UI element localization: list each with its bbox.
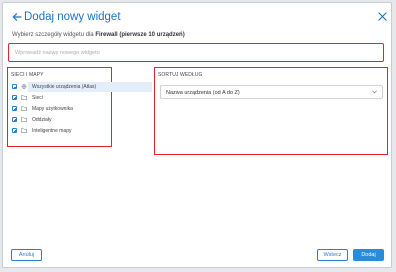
tree-item-label: Sieci [32,94,43,101]
sort-label: SORTUJ WEDŁUG [158,72,203,78]
back-arrow-icon[interactable] [12,12,22,22]
folder-icon [21,106,27,111]
close-icon[interactable] [378,12,387,21]
subtitle-device: Firewall (pierwsze 10 urządzeń) [95,32,185,38]
globe-icon [21,84,27,89]
tree-item-label: Mapy użytkownika [32,105,73,112]
collapse-toggle-icon[interactable] [12,84,17,89]
add-button[interactable]: Dodaj [353,249,384,261]
widget-name-input[interactable] [8,43,384,62]
expand-toggle-icon[interactable] [12,128,17,133]
sort-panel: SORTUJ WEDŁUG Nazwa urządzenia (od A do … [154,67,388,155]
expand-toggle-icon[interactable] [12,106,17,111]
tree-item-label: Wszystkie urządzenia (Atlas) [32,83,97,90]
back-button[interactable]: Wstecz [317,249,348,261]
tree-item-all-devices-row[interactable]: Wszystkie urządzenia (Atlas) [21,82,152,92]
dialog-title: Dodaj nowy widget [24,11,121,23]
expand-toggle-icon[interactable] [12,117,17,122]
tree-item-label: Inteligentne mapy [32,127,72,134]
dialog-subtitle: Wybierz szczegóły widgetu dla Firewall (… [12,32,185,38]
tree-item-smart-maps[interactable]: Inteligentne mapy [8,126,110,136]
networks-maps-panel: SIECI I MAPY Wszystkie urządzenia (Atlas… [7,67,152,147]
networks-maps-label: SIECI I MAPY [11,72,44,78]
tree-item-label: Oddziały [32,116,52,123]
folder-icon [21,117,27,122]
tree-item-networks[interactable]: Sieci [8,93,110,103]
sort-selected-value: Nazwa urządzenia (od A do Z) [166,89,240,96]
chevron-down-icon [372,90,377,94]
folder-icon [21,128,27,133]
expand-toggle-icon[interactable] [12,95,17,100]
tree-item-branches[interactable]: Oddziały [8,115,110,125]
sort-select[interactable]: Nazwa urządzenia (od A do Z) [160,85,383,99]
subtitle-text: Wybierz szczegóły widgetu dla [12,32,94,38]
tree-item-user-maps[interactable]: Mapy użytkownika [8,104,110,114]
folder-icon [21,95,27,100]
cancel-button[interactable]: Anuluj [11,249,42,261]
